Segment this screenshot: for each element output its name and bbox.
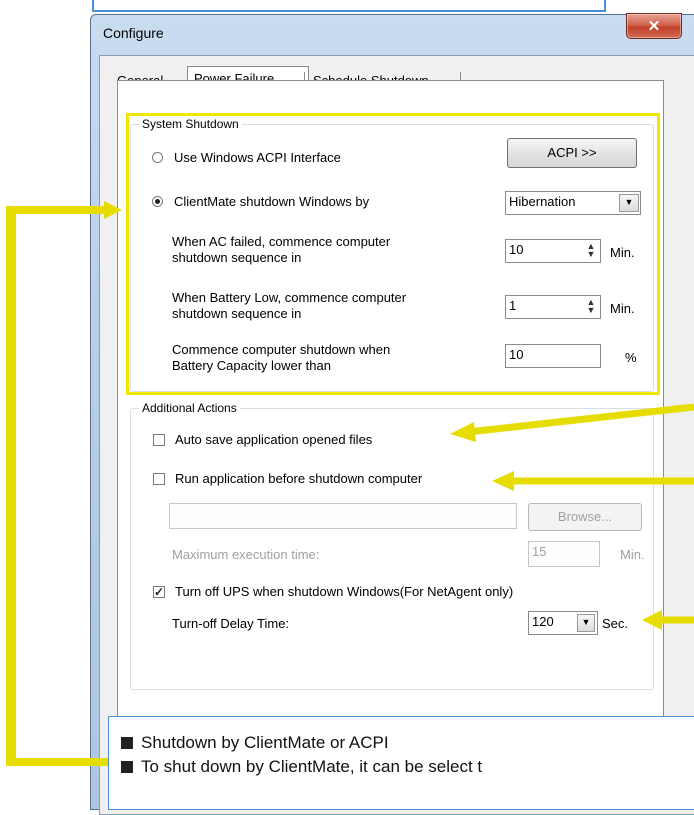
note-text: To shut down by ClientMate, it can be se…	[141, 757, 483, 776]
run-app-arrow	[492, 471, 694, 491]
arrow-left-icon	[450, 422, 476, 442]
turn-off-delay-select[interactable]: 120 ▼	[528, 611, 598, 635]
note-callout: Shutdown by ClientMate or ACPI To shut d…	[108, 716, 694, 810]
close-icon: ✕	[647, 18, 661, 35]
delay-arrow	[642, 610, 694, 630]
auto-save-label: Auto save application opened files	[175, 432, 373, 447]
system-shutdown-highlight	[126, 113, 660, 395]
left-bracket-bottom	[6, 758, 108, 766]
auto-save-checkbox[interactable]	[153, 434, 165, 446]
top-callout-frame	[92, 0, 606, 12]
arrow-line	[467, 403, 694, 436]
run-app-path-input[interactable]	[169, 503, 517, 529]
max-exec-unit: Min.	[620, 547, 645, 562]
arrow-left-icon	[492, 471, 514, 491]
arrow-right-icon	[104, 201, 122, 219]
turn-off-delay-label: Turn-off Delay Time:	[172, 616, 290, 631]
auto-save-arrow	[450, 403, 694, 442]
close-button[interactable]: ✕	[626, 13, 682, 39]
turn-off-ups-checkbox[interactable]: ✓	[153, 586, 165, 598]
run-app-checkbox[interactable]	[153, 473, 165, 485]
run-app-label: Run application before shutdown computer	[175, 471, 423, 486]
max-exec-input[interactable]: 15	[528, 541, 600, 567]
note-item: Shutdown by ClientMate or ACPI	[121, 733, 389, 753]
turn-off-delay-value: 120	[532, 614, 554, 629]
additional-actions-group-label: Additional Actions	[139, 401, 240, 415]
note-text: Shutdown by ClientMate or ACPI	[141, 733, 389, 752]
left-bracket-top	[6, 206, 106, 214]
window-title: Configure	[103, 25, 164, 41]
arrow-left-icon	[642, 610, 662, 630]
left-bracket-vertical	[6, 206, 16, 766]
bullet-square-icon	[121, 737, 133, 749]
max-exec-label: Maximum execution time:	[172, 547, 320, 562]
title-bar: Configure ✕	[91, 13, 694, 53]
chevron-down-icon[interactable]: ▼	[577, 614, 595, 632]
bullet-square-icon	[121, 761, 133, 773]
turn-off-ups-label: Turn off UPS when shutdown Windows(For N…	[175, 584, 514, 599]
turn-off-delay-unit: Sec.	[602, 616, 629, 631]
browse-button[interactable]: Browse...	[528, 503, 642, 531]
note-item: To shut down by ClientMate, it can be se…	[121, 757, 482, 777]
